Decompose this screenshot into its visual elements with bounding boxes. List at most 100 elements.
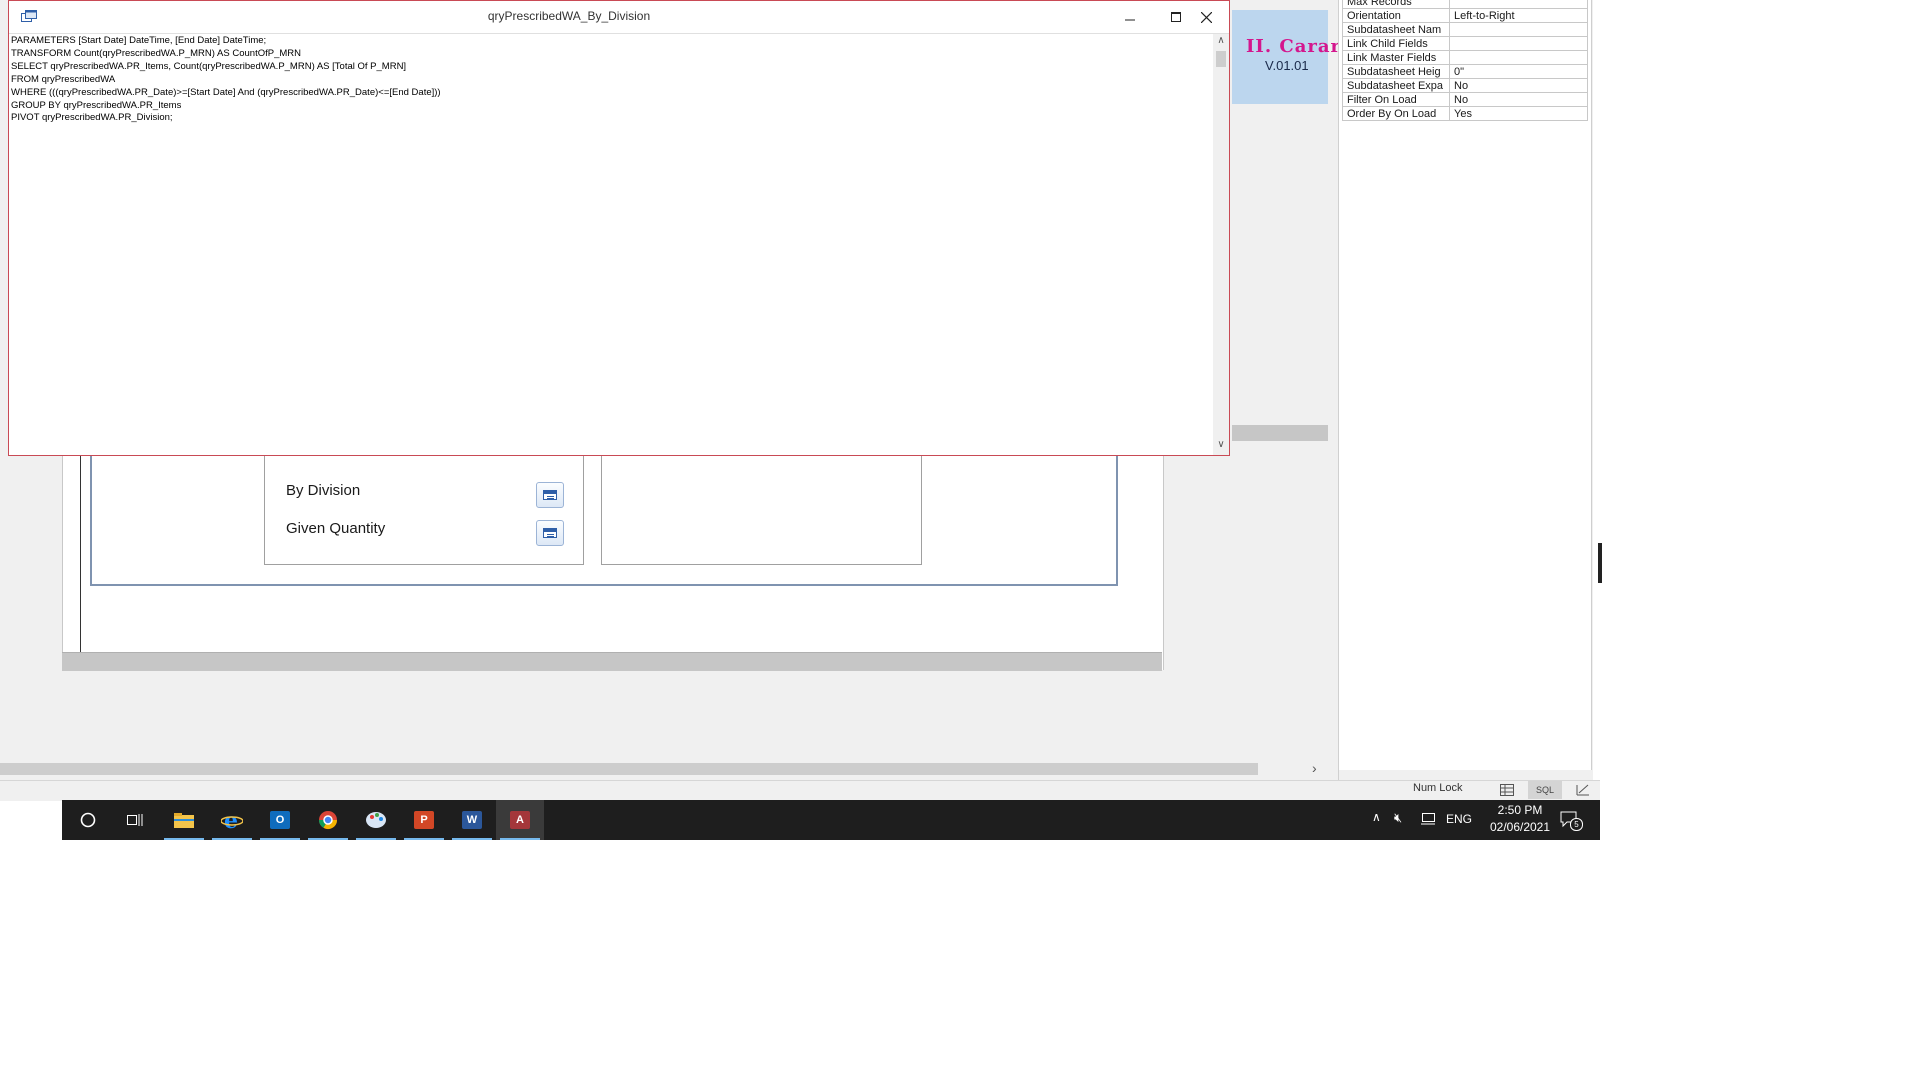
secondary-menu-panel [601, 440, 922, 565]
notification-count-badge: 5 [1570, 818, 1583, 831]
form-icon [543, 490, 557, 500]
property-row[interactable]: Filter On Load No [1342, 92, 1588, 107]
property-row[interactable]: Subdatasheet Expa No [1342, 78, 1588, 93]
property-name: Subdatasheet Expa [1342, 78, 1450, 93]
logo-text: II. Carar [1246, 36, 1341, 57]
internet-explorer-icon: e [221, 809, 243, 831]
property-value[interactable] [1449, 0, 1588, 9]
form-icon [543, 528, 557, 538]
sql-line: TRANSFORM Count(qryPrescribedWA.P_MRN) A… [11, 47, 301, 59]
menu-item-by-division-label: By Division [286, 482, 361, 499]
pane-splitter-handle[interactable] [1598, 543, 1602, 583]
task-view-button[interactable] [112, 800, 160, 840]
sql-line: PIVOT qryPrescribedWA.PR_Division; [11, 112, 173, 124]
taskbar-chrome[interactable] [304, 800, 352, 840]
logo-panel [1232, 10, 1328, 104]
running-indicator [260, 838, 300, 840]
property-value[interactable] [1449, 22, 1588, 37]
property-row[interactable]: Subdatasheet Nam [1342, 22, 1588, 37]
taskbar-outlook[interactable]: O [256, 800, 304, 840]
property-row[interactable]: Max Records [1342, 0, 1588, 9]
property-row[interactable]: Orientation Left-to-Right [1342, 8, 1588, 23]
datasheet-view-icon [1500, 784, 1514, 796]
action-center-button[interactable]: 5 [1560, 810, 1583, 831]
running-indicator [404, 838, 444, 840]
sql-line: SELECT qryPrescribedWA.PR_Items, Count(q… [11, 60, 407, 72]
sql-vertical-scroll-thumb[interactable] [1216, 51, 1226, 67]
scroll-up-arrow-icon[interactable]: ∧ [1213, 35, 1229, 46]
datasheet-view-button[interactable] [1490, 781, 1524, 799]
sql-view-button[interactable]: SQL [1528, 781, 1562, 799]
menu-item-given-quantity-label: Given Quantity [286, 520, 386, 537]
outlook-icon: O [270, 811, 290, 829]
property-name: Link Child Fields [1342, 36, 1450, 51]
svg-text:e: e [224, 809, 238, 831]
powerpoint-icon: P [414, 811, 434, 829]
clock-time[interactable]: 2:50 PM [1480, 803, 1560, 817]
property-value[interactable]: No [1449, 92, 1588, 107]
horizontal-scroll-thumb[interactable] [0, 763, 1258, 775]
scroll-right-arrow-icon[interactable]: › [1312, 760, 1317, 776]
property-name: Max Records [1342, 0, 1450, 9]
sql-view-label: SQL [1535, 785, 1554, 795]
task-view-icon [127, 814, 143, 826]
section-bar [1232, 425, 1328, 441]
network-icon[interactable] [1420, 812, 1436, 826]
taskbar-paint[interactable] [352, 800, 400, 840]
status-bar [0, 780, 1600, 801]
version-label: V.01.01 [1265, 58, 1309, 73]
sql-line: WHERE (((qryPrescribedWA.PR_Date)>=[Star… [11, 86, 441, 98]
close-icon [1200, 11, 1212, 23]
property-row[interactable]: Link Child Fields [1342, 36, 1588, 51]
property-value[interactable]: 0" [1449, 64, 1588, 79]
taskbar-word[interactable]: W [448, 800, 496, 840]
property-row[interactable]: Link Master Fields [1342, 50, 1588, 65]
maximize-icon [1171, 12, 1181, 22]
close-button[interactable] [1183, 1, 1229, 33]
running-indicator [308, 838, 348, 840]
access-icon: A [510, 811, 530, 829]
cortana-search-button[interactable] [64, 800, 112, 840]
word-icon: W [462, 811, 482, 829]
sql-line: FROM qryPrescribedWA [11, 73, 116, 85]
sql-vertical-scrollbar[interactable] [1213, 34, 1229, 455]
clock-date[interactable]: 02/06/2021 [1475, 820, 1565, 834]
language-indicator[interactable]: ENG [1446, 812, 1472, 826]
running-indicator [500, 838, 540, 840]
minimize-button[interactable] [1107, 1, 1153, 33]
taskbar-access-active[interactable]: A [496, 800, 544, 840]
property-name: Orientation [1342, 8, 1450, 23]
show-hidden-icons-chevron-icon[interactable]: ∧ [1372, 810, 1381, 824]
minimize-icon [1125, 19, 1135, 21]
design-view-button[interactable] [1566, 781, 1600, 799]
property-value[interactable]: Left-to-Right [1449, 8, 1588, 23]
window-title: qryPrescribedWA_By_Division [487, 9, 651, 23]
sql-editor[interactable]: PARAMETERS [Start Date] DateTime, [End D… [11, 35, 1211, 449]
property-row[interactable]: Subdatasheet Heig 0" [1342, 64, 1588, 79]
property-name: Filter On Load [1342, 92, 1450, 107]
folder-icon [174, 813, 194, 828]
running-indicator [212, 838, 252, 840]
property-value[interactable] [1449, 36, 1588, 51]
taskbar-file-explorer[interactable] [160, 800, 208, 840]
property-row[interactable]: Order By On Load Yes [1342, 106, 1588, 121]
num-lock-indicator: Num Lock [1413, 782, 1463, 794]
form-bottom-bar [62, 652, 1162, 671]
taskbar-internet-explorer[interactable]: e [208, 800, 256, 840]
property-name: Order By On Load [1342, 106, 1450, 121]
by-division-button[interactable] [536, 482, 564, 508]
given-quantity-button[interactable] [536, 520, 564, 546]
running-indicator [356, 838, 396, 840]
chrome-icon [319, 811, 337, 830]
property-value[interactable]: No [1449, 78, 1588, 93]
property-value[interactable]: Yes [1449, 106, 1588, 121]
design-view-icon [1576, 784, 1589, 796]
scroll-down-arrow-icon[interactable]: ∨ [1213, 439, 1229, 450]
running-indicator [164, 838, 204, 840]
cortana-circle-icon [80, 812, 96, 828]
property-name: Subdatasheet Heig [1342, 64, 1450, 79]
volume-muted-icon[interactable]: 🔇︎ [1394, 810, 1402, 826]
taskbar-powerpoint[interactable]: P [400, 800, 448, 840]
sql-line: GROUP BY qryPrescribedWA.PR_Items [11, 99, 182, 111]
property-value[interactable] [1449, 50, 1588, 65]
